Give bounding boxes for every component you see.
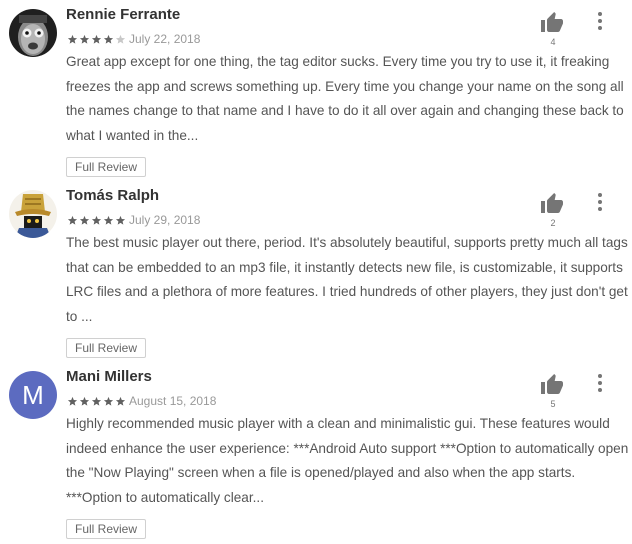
review-date: August 15, 2018 bbox=[129, 394, 217, 408]
star-icon bbox=[79, 396, 90, 406]
avatar bbox=[9, 9, 57, 57]
review-meta: July 29, 2018 bbox=[67, 213, 200, 227]
review-text: Great app except for one thing, the tag … bbox=[66, 54, 624, 143]
avatar: M bbox=[9, 371, 57, 419]
review-text: The best music player out there, period.… bbox=[66, 235, 628, 324]
star-icon bbox=[115, 215, 126, 225]
star-icon bbox=[103, 34, 114, 44]
full-review-button[interactable]: Full Review bbox=[66, 338, 147, 358]
more-vert-icon[interactable] bbox=[590, 191, 610, 213]
star-icon bbox=[67, 215, 78, 225]
full-review-button[interactable]: Full Review bbox=[66, 157, 147, 177]
review-meta: July 22, 2018 bbox=[67, 32, 200, 46]
helpful-count: 5 bbox=[550, 399, 556, 409]
star-icon bbox=[115, 396, 126, 406]
review-text: Highly recommended music player with a c… bbox=[66, 416, 629, 505]
review-meta: August 15, 2018 bbox=[67, 394, 216, 408]
helpful-count: 2 bbox=[550, 218, 556, 228]
review-author: Rennie Ferrante bbox=[66, 6, 181, 23]
review-item: Tomás Ralph July 29, 2018 The best music… bbox=[0, 181, 632, 362]
star-icon bbox=[91, 215, 102, 225]
star-icon bbox=[79, 34, 90, 44]
more-vert-icon[interactable] bbox=[590, 372, 610, 394]
avatar bbox=[9, 190, 57, 238]
helpful-count: 4 bbox=[550, 37, 556, 47]
review-date: July 22, 2018 bbox=[129, 32, 201, 46]
thumb-up-icon[interactable] bbox=[539, 11, 565, 35]
star-rating bbox=[67, 215, 126, 226]
full-review-button[interactable]: Full Review bbox=[66, 519, 147, 539]
star-icon bbox=[103, 396, 114, 406]
star-rating bbox=[67, 34, 126, 45]
star-icon bbox=[79, 215, 90, 225]
star-icon bbox=[115, 34, 126, 44]
thumb-up-icon[interactable] bbox=[539, 192, 565, 216]
star-rating bbox=[67, 396, 126, 407]
thumb-up-icon[interactable] bbox=[539, 373, 565, 397]
star-icon bbox=[91, 396, 102, 406]
star-icon bbox=[103, 215, 114, 225]
review-item: Rennie Ferrante July 22, 2018 Great app … bbox=[0, 0, 632, 181]
more-vert-icon[interactable] bbox=[590, 10, 610, 32]
review-item: M Mani Millers August 15, 2018 Highly re… bbox=[0, 362, 632, 544]
review-author: Mani Millers bbox=[66, 368, 152, 385]
star-icon bbox=[67, 396, 78, 406]
star-icon bbox=[91, 34, 102, 44]
review-author: Tomás Ralph bbox=[66, 187, 160, 204]
star-icon bbox=[67, 34, 78, 44]
review-date: July 29, 2018 bbox=[129, 213, 201, 227]
